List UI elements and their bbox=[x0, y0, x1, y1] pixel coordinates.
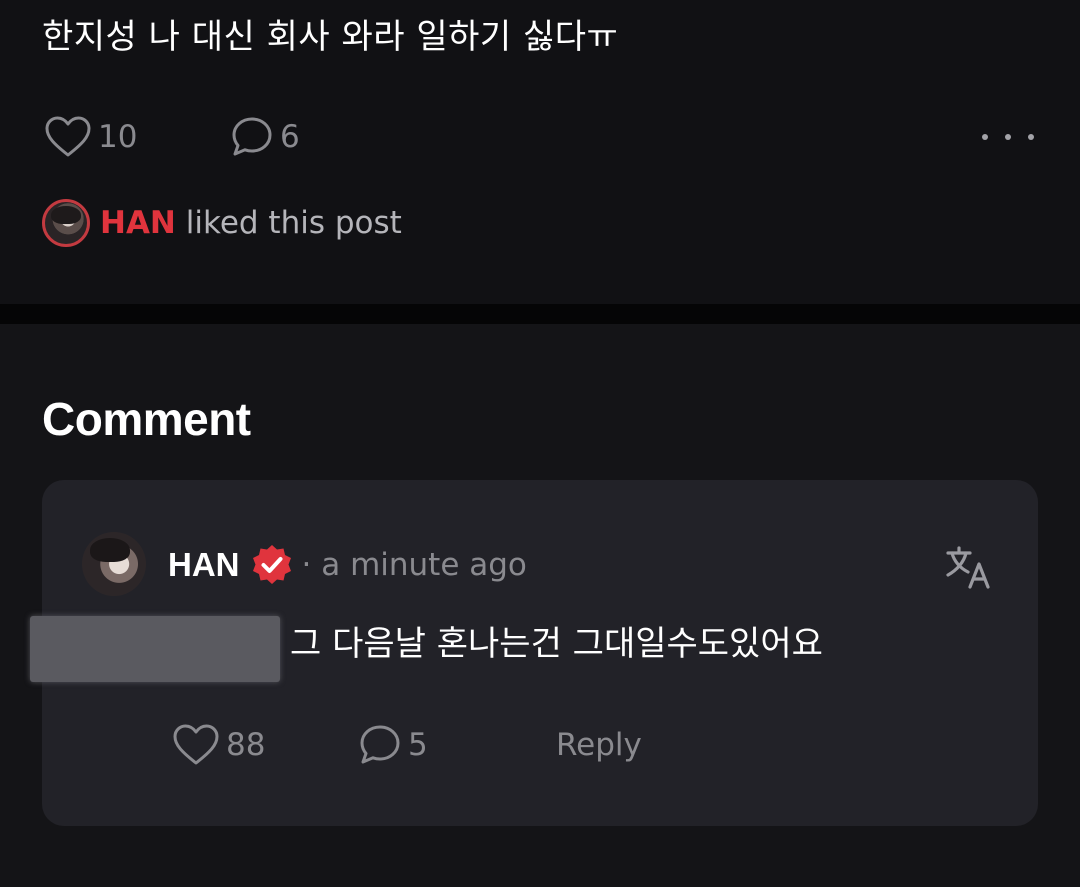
post-like-count: 10 bbox=[98, 119, 138, 155]
reply-button[interactable]: Reply bbox=[556, 722, 642, 768]
comment-heading: Comment bbox=[42, 393, 251, 445]
post-actions: 10 6 bbox=[44, 114, 1034, 160]
translate-icon[interactable] bbox=[944, 542, 994, 592]
comment-timestamp: a minute ago bbox=[321, 547, 527, 583]
liked-by-text: HAN liked this post bbox=[100, 205, 402, 241]
time-separator: · bbox=[301, 547, 312, 583]
comment-body: 그 다음날 혼나는건 그대일수도있어요 bbox=[290, 624, 823, 664]
post-text: 한지성 나 대신 회사 와라 일하기 싫다ㅠ bbox=[42, 17, 619, 57]
section-divider bbox=[0, 304, 1080, 324]
post-like-button[interactable]: 10 bbox=[44, 114, 137, 160]
comment-like-button[interactable]: 88 bbox=[172, 722, 265, 768]
comment-bubble-icon bbox=[360, 725, 400, 764]
verified-badge-icon bbox=[252, 545, 291, 584]
comment-card: HAN · a minute ago 그 다음날 혼나는건 그대일수도있어요 8… bbox=[30, 480, 1038, 826]
dot bbox=[1005, 134, 1011, 140]
comment-bubble-icon bbox=[232, 117, 272, 156]
dot bbox=[982, 134, 988, 140]
dot bbox=[1028, 134, 1034, 140]
page: 한지성 나 대신 회사 와라 일하기 싫다ㅠ 10 6 HAN liked th… bbox=[0, 0, 1080, 887]
liker-avatar[interactable] bbox=[42, 199, 90, 247]
comment-author[interactable]: HAN bbox=[168, 546, 240, 584]
comment-meta: HAN · a minute ago bbox=[168, 542, 527, 588]
redacted-mention bbox=[30, 616, 280, 682]
post-comment-button[interactable]: 6 bbox=[230, 114, 300, 160]
comment-time: · a minute ago bbox=[302, 547, 527, 583]
post: 한지성 나 대신 회사 와라 일하기 싫다ㅠ 10 6 HAN liked th… bbox=[0, 0, 1080, 304]
comment-like-count: 88 bbox=[226, 727, 266, 763]
heart-icon bbox=[45, 116, 91, 157]
more-dots-icon[interactable] bbox=[982, 114, 1034, 160]
liker-name[interactable]: HAN bbox=[100, 205, 176, 241]
liked-by-row: HAN liked this post bbox=[42, 198, 402, 248]
heart-icon bbox=[173, 724, 219, 765]
comment-reply-count-button[interactable]: 5 bbox=[358, 722, 428, 768]
liked-by-label: liked this post bbox=[185, 205, 402, 241]
comment-actions: 88 5 Reply bbox=[172, 722, 772, 768]
post-comment-count: 6 bbox=[280, 119, 300, 155]
avatar[interactable] bbox=[82, 532, 146, 596]
comment-reply-count: 5 bbox=[408, 727, 428, 763]
comment-section: Comment HAN · a minute ago 그 다음날 혼나는건 그대… bbox=[0, 324, 1080, 887]
